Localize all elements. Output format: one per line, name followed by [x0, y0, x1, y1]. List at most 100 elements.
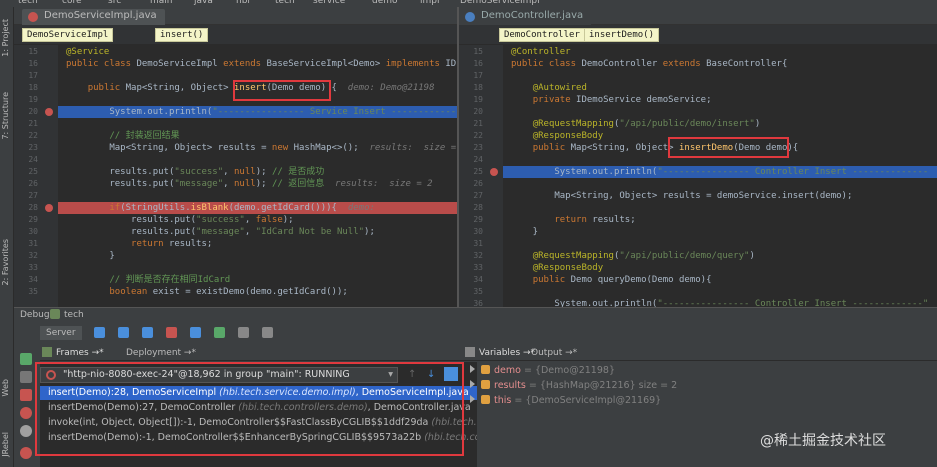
- nav-crumb[interactable]: service: [313, 0, 345, 6]
- line-number: 25: [473, 167, 483, 176]
- code-line: }: [511, 227, 539, 237]
- right-editor-tabbar: DemoController.java: [459, 7, 937, 25]
- code-line: System.out.println("---------------- Con…: [511, 299, 929, 307]
- line-number: 33: [28, 263, 38, 272]
- structure-tool-button[interactable]: 7: Structure: [1, 92, 13, 140]
- breadcrumb-method[interactable]: insert(): [155, 28, 209, 42]
- step-out-icon[interactable]: [190, 327, 201, 338]
- step-over-icon[interactable]: [118, 327, 129, 338]
- code-line: @RequestMapping("/api/public/demo/insert…: [532, 119, 761, 129]
- nav-crumb[interactable]: impl: [420, 0, 439, 6]
- breakpoint-icon[interactable]: [45, 204, 53, 212]
- nav-crumb[interactable]: core: [62, 0, 82, 6]
- debug-title: Debug: [20, 310, 50, 320]
- breadcrumb-class[interactable]: DemoServiceImpl: [22, 28, 114, 42]
- line-number: 17: [28, 71, 38, 80]
- line-number: 20: [473, 107, 483, 116]
- line-number: 31: [473, 239, 483, 248]
- line-number: 24: [28, 155, 38, 164]
- code-line: boolean exist = existDemo(demo.getIdCard…: [109, 287, 348, 297]
- code-line: // 判断是否存在相同IdCard: [109, 275, 231, 285]
- code-line: public class DemoController extends Base…: [511, 59, 788, 69]
- force-step-into-icon[interactable]: [166, 327, 177, 338]
- code-line: }: [66, 251, 115, 261]
- variables-tabbar: Variables →* Output →*: [463, 347, 937, 361]
- line-number: 30: [473, 227, 483, 236]
- right-code-editor[interactable]: 15 @Controller 16 public class DemoControll…: [459, 45, 937, 307]
- resume-icon[interactable]: [20, 353, 32, 365]
- mute-breakpoints-icon[interactable]: [20, 425, 32, 437]
- tomcat-icon: [50, 309, 60, 319]
- tab-server[interactable]: Server: [40, 326, 82, 340]
- variable-row[interactable]: results = {HashMap@21216} size = 2: [470, 379, 677, 393]
- run-to-cursor-icon[interactable]: [214, 327, 225, 338]
- expand-icon: [470, 395, 475, 403]
- variable-row[interactable]: demo = {Demo@21198}: [470, 364, 615, 378]
- frames-tabbar: Frames →* Deployment →*: [40, 347, 477, 361]
- evaluate-icon[interactable]: [238, 327, 249, 338]
- settings-icon[interactable]: [20, 447, 32, 459]
- line-number: 23: [473, 143, 483, 152]
- nav-crumb[interactable]: main: [150, 0, 173, 6]
- project-tool-button[interactable]: 1: Project: [1, 19, 13, 57]
- code-line: @Controller: [511, 47, 571, 57]
- tab-frames[interactable]: Frames →*: [56, 348, 104, 358]
- pause-icon[interactable]: [20, 371, 32, 383]
- line-number: 17: [473, 71, 483, 80]
- code-line: @ResponseBody: [532, 263, 604, 273]
- line-number: 27: [473, 191, 483, 200]
- tab-output[interactable]: Output →*: [531, 348, 577, 358]
- line-number: 22: [28, 131, 38, 140]
- code-line: @RequestMapping("/api/public/demo/query"…: [532, 251, 755, 261]
- breakpoint-icon[interactable]: [490, 168, 498, 176]
- insertdemo-signature-highlight: [668, 137, 789, 158]
- jrebel-tool-button[interactable]: JRebel: [1, 432, 13, 457]
- field-icon: [481, 395, 490, 404]
- code-line: @Service: [66, 47, 110, 57]
- line-number: 23: [28, 143, 38, 152]
- view-breakpoints-icon[interactable]: [20, 407, 32, 419]
- nav-crumb[interactable]: src: [108, 0, 121, 6]
- breadcrumb-method[interactable]: insertDemo(): [584, 28, 660, 42]
- line-number: 35: [473, 287, 483, 296]
- variable-row[interactable]: this = {DemoServiceImpl@21169}: [470, 394, 661, 408]
- step-into-icon[interactable]: [142, 327, 153, 338]
- watermark: @稀土掘金技术社区: [760, 433, 886, 449]
- tab-deployment[interactable]: Deployment →*: [126, 348, 196, 358]
- tab-demo-controller[interactable]: DemoController.java: [459, 9, 592, 25]
- tab-demo-service-impl[interactable]: DemoServiceImpl.java: [22, 9, 165, 25]
- navigation-bar: tech core src main java hbi tech service demo imp…: [0, 0, 937, 7]
- line-number: 25: [28, 167, 38, 176]
- debug-config-name[interactable]: tech: [64, 310, 84, 320]
- tab-variables[interactable]: Variables →*: [479, 348, 535, 358]
- breadcrumb-class[interactable]: DemoController: [499, 28, 585, 42]
- web-tool-button[interactable]: Web: [1, 379, 13, 396]
- line-number: 32: [28, 251, 38, 260]
- code-line: Map<String, Object> results = demoServic…: [511, 191, 853, 201]
- nav-crumb[interactable]: demo: [372, 0, 398, 6]
- breakpoint-icon[interactable]: [45, 108, 53, 116]
- line-number: 34: [473, 275, 483, 284]
- code-line: @ResponseBody: [532, 131, 604, 141]
- trace-icon[interactable]: [262, 327, 273, 338]
- nav-crumb[interactable]: java: [194, 0, 213, 6]
- line-number: 18: [28, 83, 38, 92]
- code-line: results.put("success", false);: [66, 215, 294, 225]
- line-number: 29: [473, 215, 483, 224]
- stop-icon[interactable]: [20, 389, 32, 401]
- nav-crumb[interactable]: hbi: [236, 0, 250, 6]
- left-editor-tabbar: DemoServiceImpl.java: [14, 7, 457, 25]
- right-editor-breadcrumb: DemoController insertDemo(): [459, 25, 937, 45]
- frames-icon: [42, 347, 52, 357]
- code-line: if(StringUtils.isBlank(demo.getIdCard())…: [109, 203, 375, 213]
- code-line: return results;: [554, 215, 636, 225]
- nav-crumb[interactable]: tech: [275, 0, 295, 6]
- field-icon: [481, 365, 490, 374]
- line-number: 35: [28, 287, 38, 296]
- favorites-tool-button[interactable]: 2: Favorites: [1, 239, 13, 285]
- show-execution-point-icon[interactable]: [94, 327, 105, 338]
- nav-crumb[interactable]: tech: [18, 0, 38, 6]
- nav-crumb[interactable]: DemoServiceImpl: [460, 0, 540, 6]
- code-line: return results;: [131, 239, 213, 249]
- line-number: 32: [473, 251, 483, 260]
